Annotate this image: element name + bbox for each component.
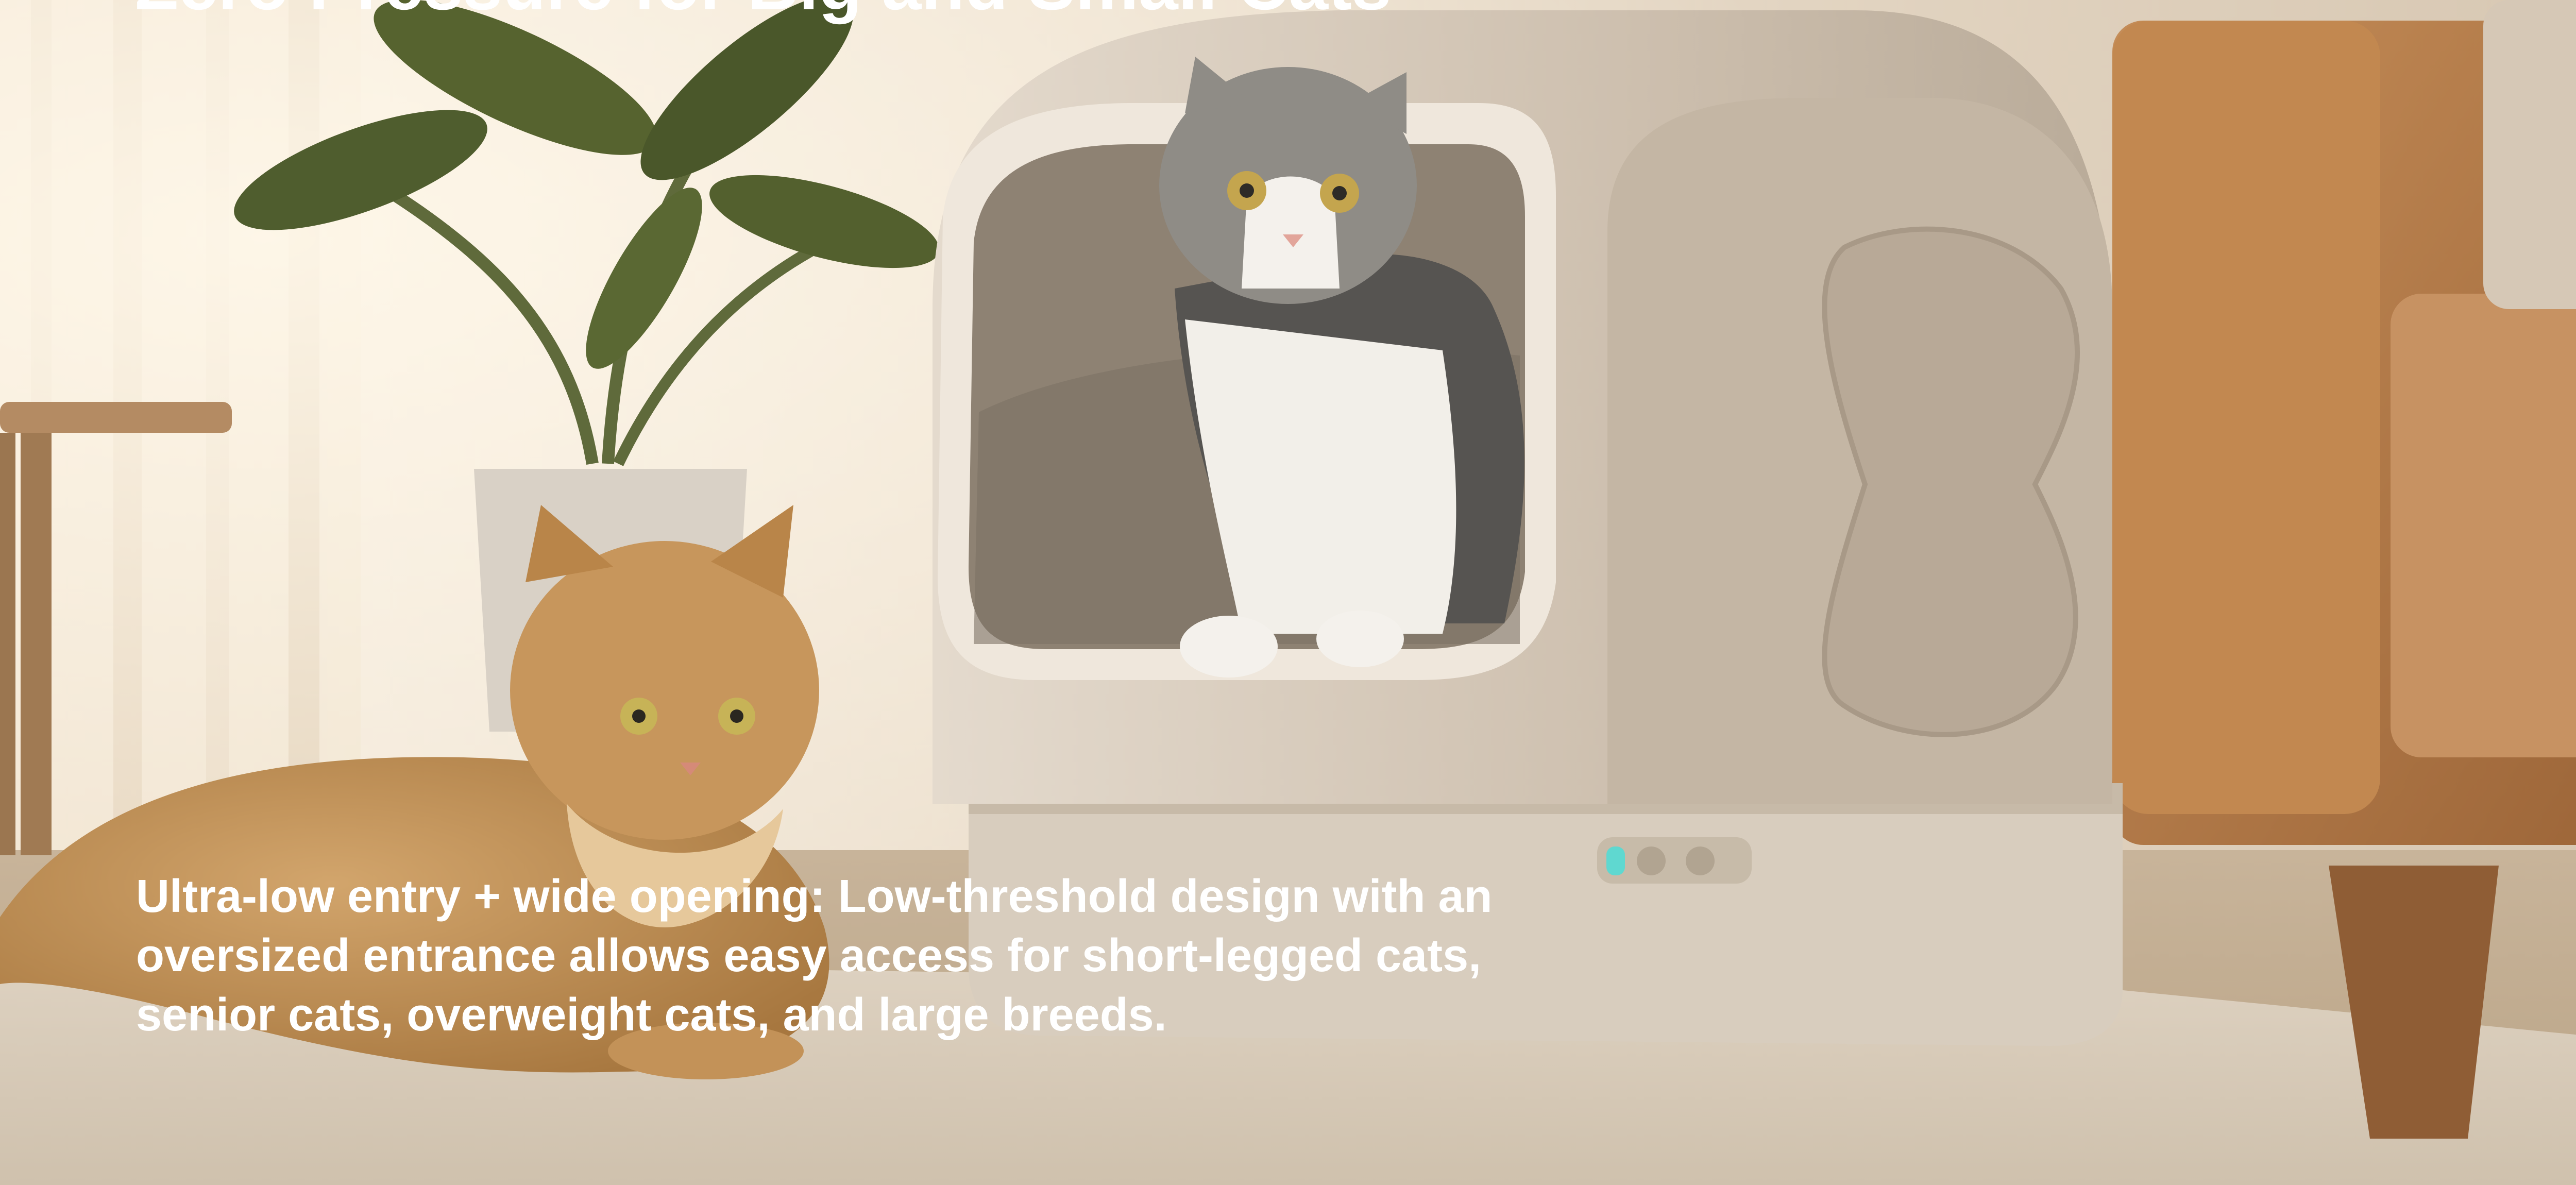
headline: Zero Pressure for Big and Small Cats — [135, 0, 1392, 21]
feature-caption: Ultra-low entry + wide opening: Low-thre… — [136, 867, 1656, 1045]
caption-line: Ultra-low entry + wide opening: Low-thre… — [136, 871, 1493, 922]
caption-line: senior cats, overweight cats, and large … — [136, 989, 1167, 1041]
product-photo: Zero Pressure for Big and Small Cats Ult… — [0, 0, 2576, 1185]
caption-line: oversized entrance allows easy access fo… — [136, 930, 1482, 981]
